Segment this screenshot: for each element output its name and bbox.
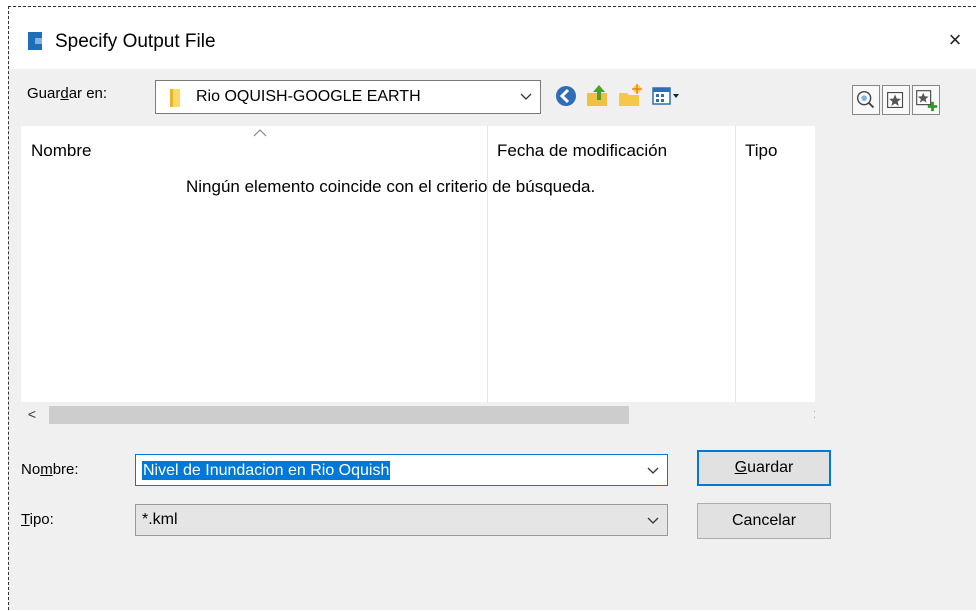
add-favorite-icon [887,92,904,108]
file-list[interactable]: Nombre Fecha de modificación Tipo Ningún… [21,126,815,428]
close-icon: × [948,27,962,52]
save-button[interactable]: Guardar [697,450,831,486]
file-name-value: Nivel de Inundacion en Rio Oquish [142,461,391,480]
file-type-value: *.kml [142,511,178,528]
file-type-label: Tipo: [21,511,54,528]
search-network-icon [856,90,875,109]
search-network-button[interactable] [852,85,880,115]
app-logo-icon [28,32,42,50]
file-type-dropdown[interactable]: *.kml [135,504,668,536]
save-in-value: Rio OQUISH-GOOGLE EARTH [196,88,421,105]
add-bookmark-icon [916,90,938,112]
close-button[interactable]: × [942,27,968,53]
title-bar: Specify Output File × [9,7,976,69]
cancel-button[interactable]: Cancelar [697,503,831,539]
scrollbar-thumb[interactable] [49,406,629,424]
back-icon[interactable] [553,83,579,109]
scroll-left-icon[interactable]: < [25,406,39,424]
column-header-date[interactable]: Fecha de modificación [497,141,667,161]
add-bookmark-button[interactable] [912,85,940,115]
chevron-down-icon [647,517,659,524]
chevron-down-icon [520,93,532,100]
sort-ascending-icon [253,129,267,137]
column-divider [735,126,736,402]
new-folder-icon[interactable] [617,83,643,109]
save-in-dropdown[interactable]: Rio OQUISH-GOOGLE EARTH [155,80,541,114]
file-name-label: Nombre: [21,461,79,478]
save-dialog: Specify Output File × Guardar en: Rio OQ… [8,6,976,610]
add-favorite-button[interactable] [882,85,910,115]
horizontal-scrollbar[interactable]: < > [21,402,815,428]
empty-message: Ningún elemento coincide con el criterio… [186,177,596,196]
folder-icon [170,89,180,107]
column-divider [487,126,488,402]
view-menu-icon[interactable] [651,83,681,109]
column-header-type[interactable]: Tipo [745,141,777,161]
scroll-right-icon[interactable]: > [811,406,815,424]
chevron-down-icon[interactable] [645,460,661,480]
save-in-label: Guardar en: [27,85,108,102]
window-title: Specify Output File [55,31,216,52]
column-header-name[interactable]: Nombre [31,141,91,161]
file-name-input[interactable]: Nivel de Inundacion en Rio Oquish [135,454,668,486]
up-folder-icon[interactable] [585,83,611,109]
